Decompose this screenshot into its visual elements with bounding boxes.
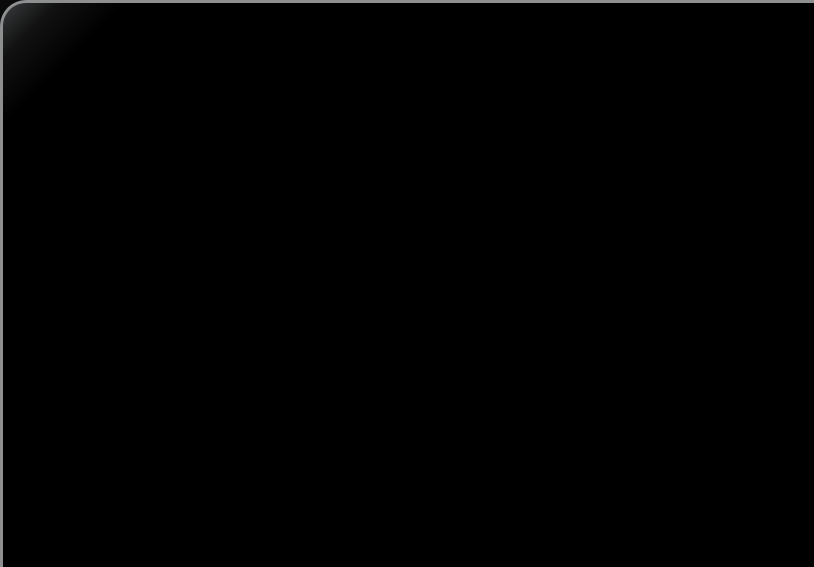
chevron-down-icon <box>333 72 339 75</box>
sheet-tab-label: Hiking Schedule <box>112 97 196 110</box>
camera-icon <box>668 28 673 34</box>
sheet-tab-label: Elevation 14 days <box>258 97 350 110</box>
sheet-tab-elevation-14-days[interactable]: Elevation 14 days <box>230 91 378 116</box>
bulleted-list-icon <box>317 68 329 78</box>
sheet-tab-label: Trail Segments <box>409 97 486 110</box>
insert-placeholder-icon <box>521 65 537 81</box>
comment-button[interactable] <box>810 62 814 84</box>
sheet-tab-hiking-schedule[interactable]: Hiking Schedule <box>78 91 230 116</box>
media-button[interactable] <box>756 62 802 84</box>
list-format-button[interactable] <box>307 62 349 84</box>
chevron-down-icon <box>540 72 546 75</box>
zoom-level-label: 125% <box>111 67 139 79</box>
sidebar-view-icon <box>62 67 76 79</box>
chevron-down-icon <box>785 72 792 75</box>
document-canvas[interactable]: SCENIC PACIFIC TRAILS Elevations 10.000 … <box>40 117 814 567</box>
sheet-tab-label: Gear <box>559 97 585 110</box>
text-T-icon: T <box>675 65 685 80</box>
y-axis-tick-10000: 10.000 <box>233 362 269 374</box>
chevron-down-icon <box>79 72 86 75</box>
sheet-tab-bar: Hiking Schedule Elevation 14 days Trail … <box>40 91 814 117</box>
shape-button[interactable] <box>708 62 748 84</box>
table-button[interactable] <box>564 62 604 84</box>
sheet-tab-gear[interactable]: Gear <box>517 91 627 116</box>
add-sheet-icon <box>52 97 65 110</box>
chevron-down-icon <box>142 72 149 75</box>
scenic-pacific-trails-logo: SCENIC PACIFIC TRAILS <box>110 133 235 248</box>
add-sheet-button[interactable] <box>40 91 78 116</box>
sheet-tab-trail-segments[interactable]: Trail Segments <box>378 91 517 116</box>
view-button[interactable] <box>52 62 96 84</box>
y-axis-title: ATION <box>114 554 126 567</box>
elevation-chart[interactable]: 10.000 7.500 5.000 ATION <box>112 352 814 567</box>
page-title[interactable]: Elevations <box>235 165 438 219</box>
chart-button[interactable] <box>612 62 652 84</box>
text-button[interactable]: T <box>660 62 700 84</box>
table-icon <box>576 66 592 80</box>
laptop-device-frame: 125% T Hiking Schedule Elevation 14 days… <box>0 0 814 567</box>
y-axis-tick-7500: 7.500 <box>240 488 269 500</box>
bar-chart-icon <box>624 66 640 80</box>
tab-bar-filler <box>715 91 814 116</box>
dashed-divider-line <box>80 287 814 289</box>
toolbar: 125% T <box>40 55 814 91</box>
insert-button[interactable] <box>513 62 555 84</box>
sheet-tab-food[interactable]: Food <box>627 91 715 116</box>
shape-square-icon <box>721 66 735 80</box>
chart-plot-area[interactable]: 10.000 7.500 5.000 <box>195 362 814 567</box>
sheet-tab-label: Food <box>657 97 685 110</box>
gridline-7500 <box>195 494 814 495</box>
gridline-10000 <box>195 368 814 369</box>
zoom-button[interactable]: 125% <box>105 62 155 84</box>
photo-icon <box>766 66 782 80</box>
app-window: 125% T Hiking Schedule Elevation 14 days… <box>40 55 814 567</box>
